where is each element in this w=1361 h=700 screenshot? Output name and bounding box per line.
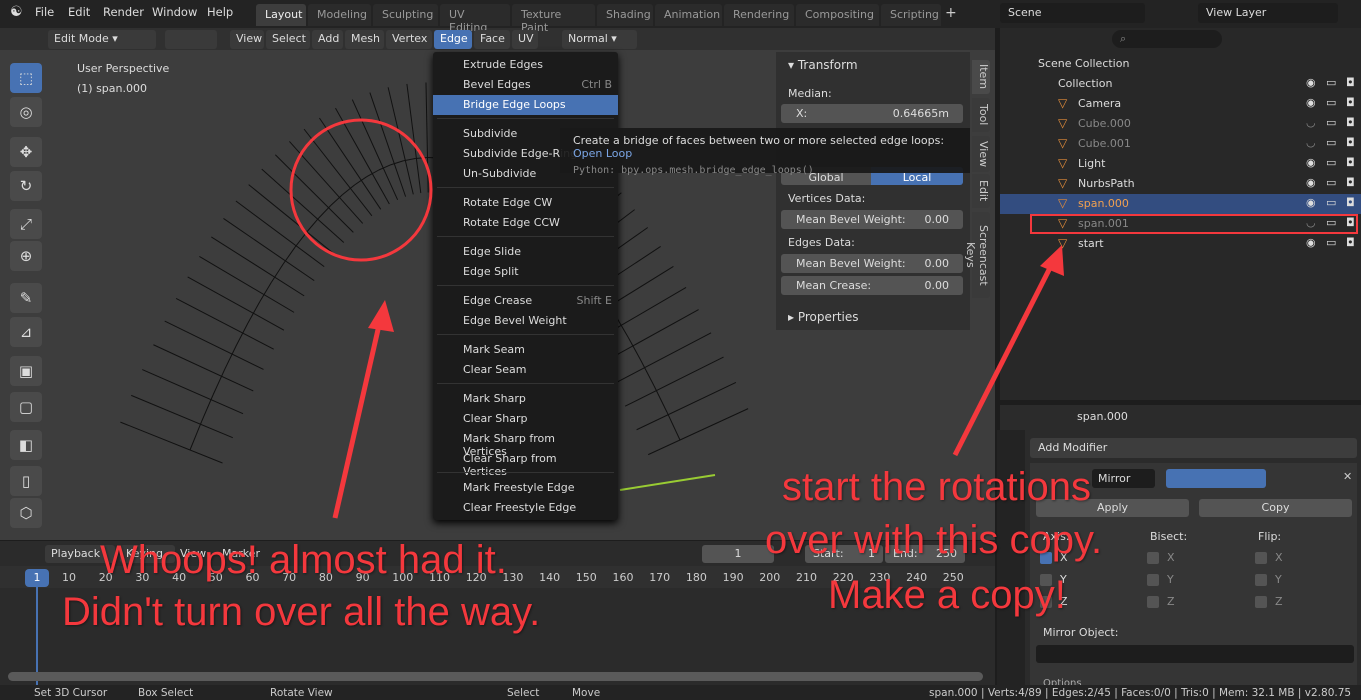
annotation-arrow-right <box>952 245 1064 457</box>
annotation-text: start the rotations <box>782 465 1092 509</box>
annotation-text: Didn't turn over all the way. <box>62 590 541 634</box>
annotation-text: Make a copy! <box>828 573 1066 617</box>
annotation-circle <box>289 118 433 262</box>
annotation-text: over with this copy. <box>765 518 1103 562</box>
annotation-highlight-box <box>1030 214 1358 234</box>
annotation-arrow-left <box>332 300 394 519</box>
annotation-text: Whoops! almost had it. <box>100 538 507 582</box>
